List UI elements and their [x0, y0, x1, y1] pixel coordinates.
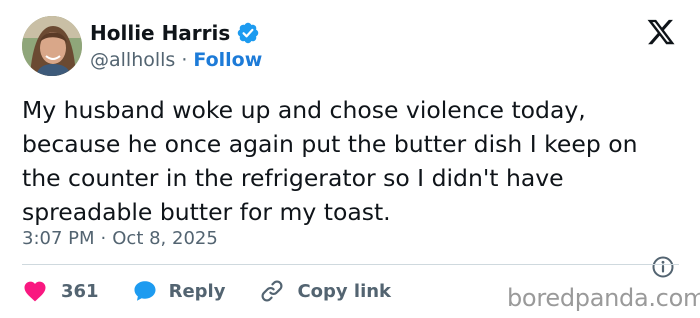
heart-icon — [24, 281, 46, 302]
tweet-card: Hollie Harris @allholls · Follow My husb… — [0, 0, 700, 318]
handle-row: @allholls · Follow — [90, 48, 262, 72]
watermark: boredpanda.com — [507, 284, 700, 312]
info-icon[interactable] — [651, 255, 675, 279]
speech-bubble-icon — [134, 281, 156, 301]
like-button[interactable]: 361 — [22, 278, 99, 304]
copy-link-button[interactable]: Copy link — [259, 278, 391, 304]
action-bar: 361 Reply Copy link — [22, 277, 391, 305]
verified-badge-icon — [238, 22, 259, 44]
x-logo-icon[interactable] — [646, 17, 676, 47]
tweet-time[interactable]: 3:07 PM — [22, 227, 95, 251]
tweet-text: My husband woke up and chose violence to… — [22, 96, 638, 226]
separator-dot: · — [181, 49, 188, 71]
follow-button[interactable]: Follow — [193, 48, 262, 72]
copy-link-label: Copy link — [297, 280, 392, 302]
tweet-date[interactable]: Oct 8, 2025 — [112, 227, 218, 251]
like-count: 361 — [61, 280, 99, 302]
reply-label: Reply — [168, 280, 226, 302]
divider — [22, 264, 679, 265]
tweet-timestamp[interactable]: 3:07 PM · Oct 8, 2025 — [22, 227, 218, 251]
reply-button[interactable]: Reply — [132, 278, 226, 304]
avatar[interactable] — [22, 16, 82, 76]
timestamp-separator: · — [100, 228, 107, 249]
author-name-text[interactable]: Hollie Harris — [90, 21, 230, 45]
link-icon — [261, 280, 283, 302]
author-name[interactable]: Hollie Harris — [90, 21, 260, 45]
avatar-photo — [22, 16, 82, 76]
author-handle[interactable]: @allholls — [90, 48, 175, 72]
